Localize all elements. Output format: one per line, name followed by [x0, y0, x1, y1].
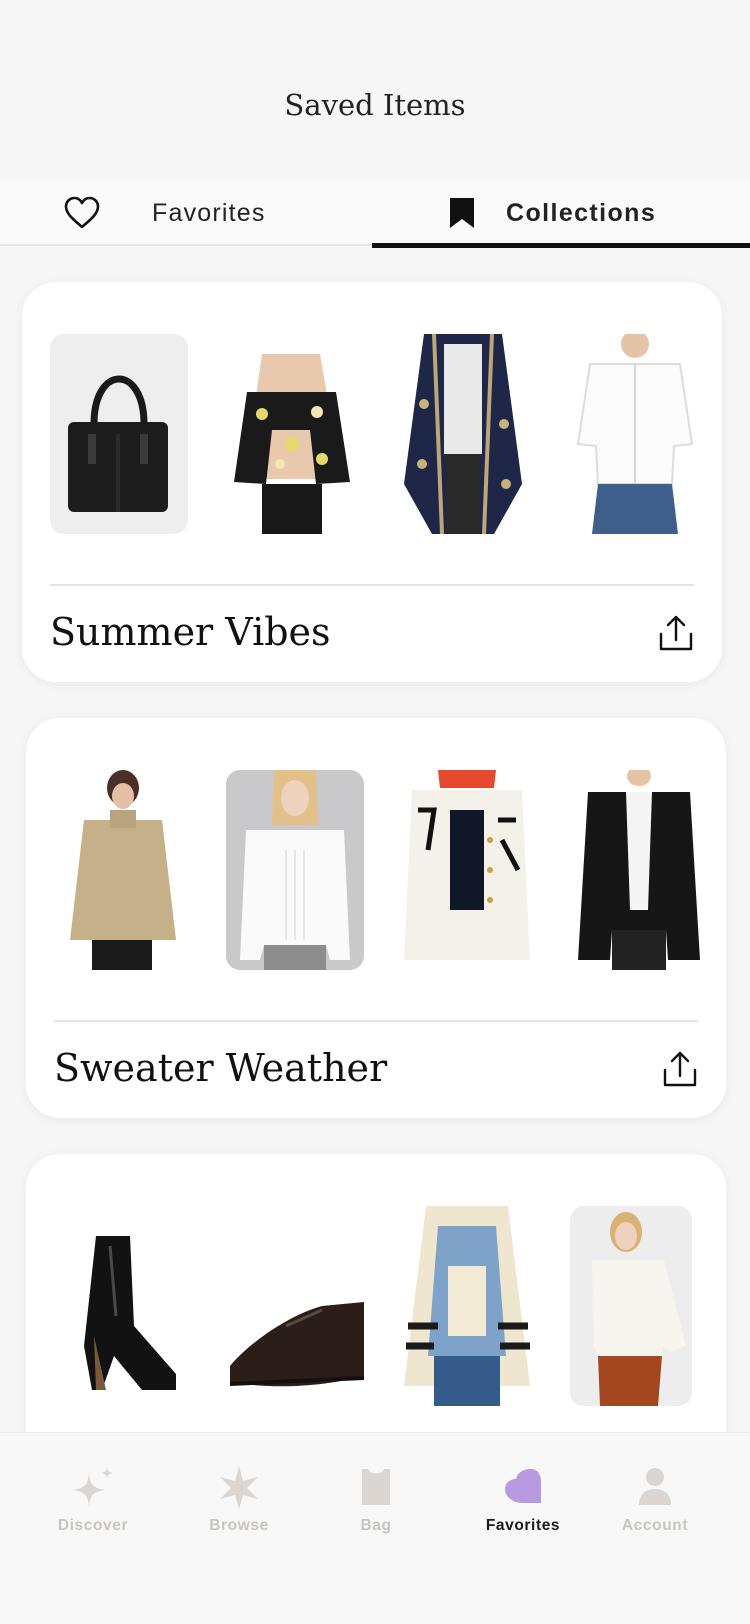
card-divider — [50, 584, 694, 586]
nav-browse-label: Browse — [209, 1517, 269, 1534]
collection-item-image[interactable] — [398, 770, 536, 970]
collection-item-image[interactable] — [222, 334, 360, 534]
collection-name: Sweater Weather — [54, 1046, 388, 1090]
nav-bag[interactable]: Bag — [311, 1465, 441, 1535]
nav-browse[interactable]: Browse — [174, 1465, 304, 1535]
tab-bar: Favorites Collections — [0, 180, 750, 248]
nav-discover[interactable]: Discover — [28, 1465, 158, 1535]
tab-collections-label: Collections — [506, 198, 657, 227]
page-title: Saved Items — [284, 88, 466, 122]
collection-item-image[interactable] — [570, 1206, 692, 1406]
nav-account[interactable]: Account — [590, 1465, 720, 1535]
tab-favorites-label: Favorites — [152, 198, 266, 227]
star-icon — [220, 1466, 258, 1509]
collection-item-image[interactable] — [570, 770, 708, 970]
nav-discover-label: Discover — [57, 1517, 129, 1534]
sparkle-icon — [73, 1467, 113, 1507]
bottom-nav: Discover Browse Bag Favorites Account — [0, 1432, 750, 1624]
bag-icon — [362, 1469, 390, 1505]
collection-item-image[interactable] — [54, 770, 192, 970]
heart-outline-icon — [64, 196, 100, 229]
collection-card-sweater-weather[interactable]: Sweater Weather — [26, 718, 726, 1118]
bookmark-icon — [450, 198, 474, 228]
collection-item-image[interactable] — [50, 334, 188, 534]
collection-item-image[interactable] — [226, 770, 364, 970]
collection-item-image[interactable] — [398, 1206, 536, 1406]
collection-item-image[interactable] — [226, 1206, 364, 1406]
nav-favorites-label: Favorites — [485, 1517, 561, 1534]
collection-name: Summer Vibes — [50, 610, 331, 654]
collection-item-image[interactable] — [54, 1206, 192, 1406]
nav-favorites[interactable]: Favorites — [458, 1465, 588, 1535]
collection-item-image[interactable] — [394, 334, 532, 534]
person-icon — [639, 1468, 671, 1505]
nav-bag-label: Bag — [360, 1517, 392, 1534]
share-icon[interactable] — [662, 1050, 698, 1088]
tab-favorites[interactable]: Favorites — [64, 180, 266, 246]
collection-card-summer-vibes[interactable]: Summer Vibes — [22, 282, 722, 682]
tab-collections[interactable]: Collections — [372, 180, 750, 248]
heart-icon — [505, 1469, 541, 1503]
share-icon[interactable] — [658, 614, 694, 652]
nav-account-label: Account — [621, 1517, 689, 1534]
collection-item-image[interactable] — [566, 334, 704, 534]
card-divider — [54, 1020, 698, 1022]
